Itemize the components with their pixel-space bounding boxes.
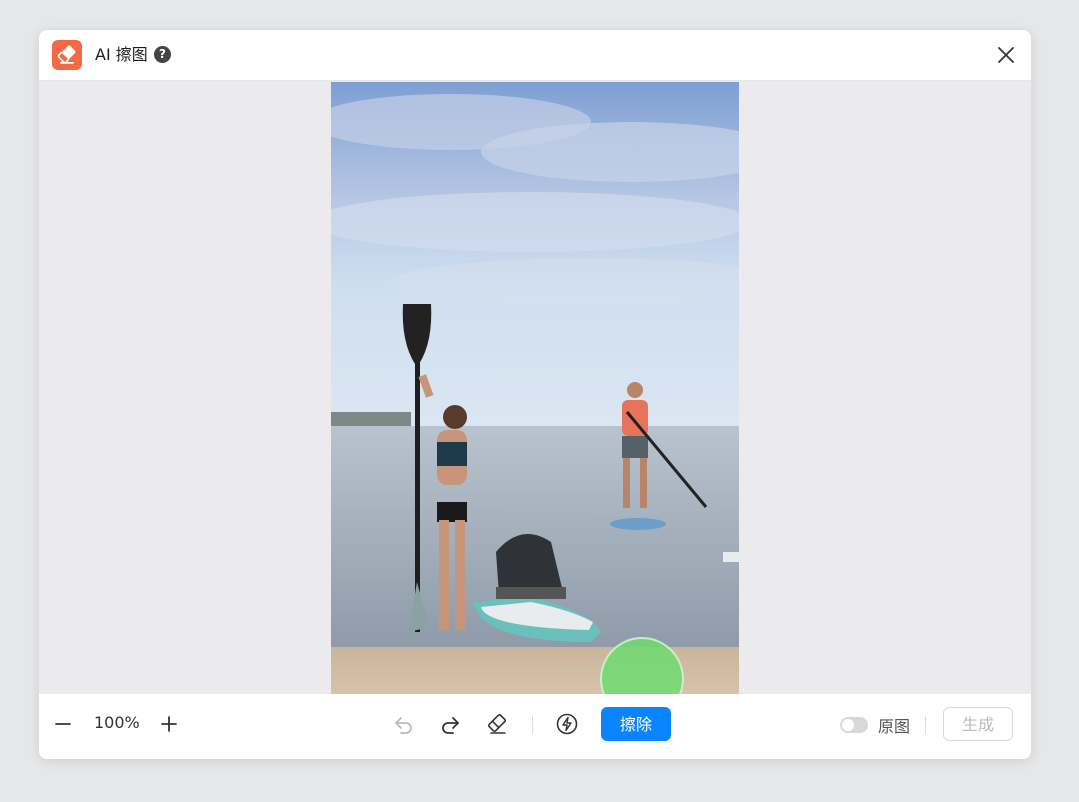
close-icon (998, 47, 1014, 63)
zoom-level: 100% (94, 713, 140, 732)
undo-icon (395, 717, 412, 734)
image-canvas[interactable] (39, 81, 1031, 721)
eraser-tool-button[interactable] (485, 712, 509, 736)
bottom-toolbar: 100% 擦除 原图 生成 (39, 694, 1031, 759)
eraser-app-icon (52, 40, 82, 70)
redo-icon (442, 717, 459, 734)
toolbar-divider-2 (925, 716, 926, 734)
minus-icon (55, 723, 71, 725)
photo (331, 82, 739, 694)
close-button[interactable] (995, 44, 1017, 66)
toolbar-divider (532, 716, 533, 734)
question-circle-icon[interactable]: ? (154, 46, 171, 63)
original-label: 原图 (878, 717, 911, 736)
generate-button[interactable]: 生成 (943, 707, 1013, 741)
zoom-in-button[interactable] (159, 714, 179, 734)
dialog-title: AI 擦图 (95, 45, 148, 64)
undo-button[interactable] (392, 712, 416, 736)
plus-icon (161, 716, 177, 732)
eraser-icon (487, 713, 507, 734)
dialog-header: AI 擦图 ? (39, 30, 1031, 81)
toggle-knob (842, 719, 854, 731)
erase-button[interactable]: 擦除 (601, 707, 671, 741)
redo-button[interactable] (438, 712, 462, 736)
quick-erase-button[interactable] (555, 712, 579, 736)
lightning-icon (556, 713, 578, 735)
ai-erase-dialog: AI 擦图 ? 100% 擦除 原图 生成 (39, 30, 1031, 759)
zoom-out-button[interactable] (53, 714, 73, 734)
original-toggle[interactable] (840, 717, 868, 733)
